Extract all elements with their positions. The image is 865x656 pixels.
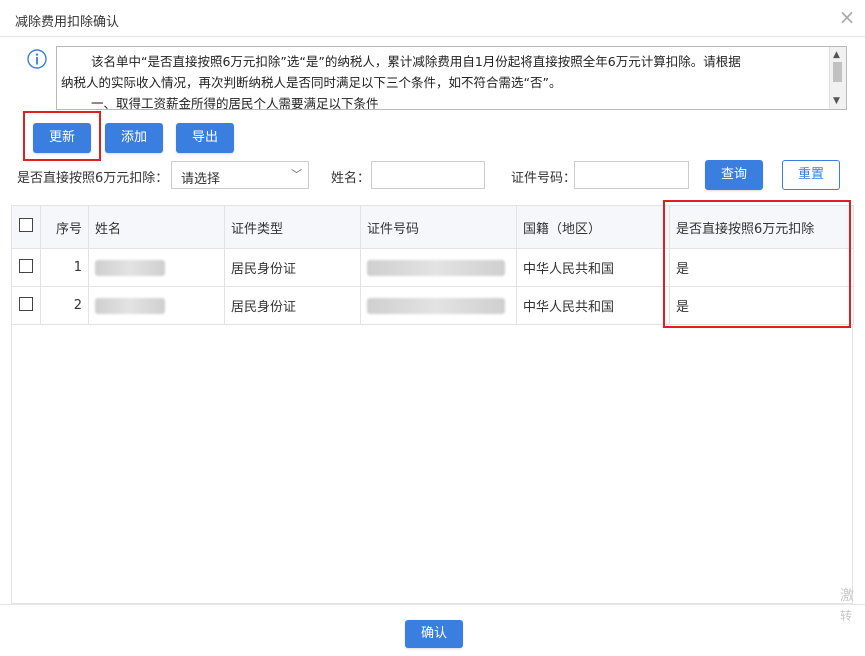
name-input[interactable]: [371, 161, 485, 189]
col-header-nationality: 国籍（地区）: [516, 205, 670, 249]
blurred-id-number: [367, 297, 505, 314]
cell-nationality: 中华人民共和国: [516, 248, 670, 287]
notice-line-3: 一、取得工资薪金所得的居民个人需要满足以下条件: [91, 96, 379, 110]
scroll-down-icon[interactable]: ▼: [833, 96, 840, 106]
direct-column-highlight-box: [663, 200, 851, 328]
cell-id-type: 居民身份证: [224, 286, 361, 325]
title-divider: [0, 36, 865, 37]
cell-id-number: [360, 286, 517, 325]
info-icon: [27, 49, 47, 69]
cell-no: 2: [40, 286, 89, 325]
dialog-title: 减除费用扣除确认: [15, 15, 120, 30]
cell-name: [88, 248, 225, 287]
cell-no: 1: [40, 248, 89, 287]
col-header-name: 姓名: [88, 205, 225, 249]
notice-scrollbar[interactable]: ▲ ▼: [829, 47, 846, 109]
query-button[interactable]: 查询: [705, 160, 763, 190]
id-input[interactable]: [574, 161, 689, 189]
table-empty-area: [11, 324, 853, 604]
footer-divider: [0, 604, 865, 605]
col-header-no: 序号: [40, 205, 89, 249]
close-icon[interactable]: ×: [836, 6, 858, 28]
name-filter-label: 姓名：: [331, 171, 371, 186]
col-header-id-number: 证件号码: [360, 205, 517, 249]
add-button[interactable]: 添加: [105, 123, 163, 153]
notice-line-2: 纳税人的实际收入情况，再次判断纳税人是否同时满足以下三个条件，如不符合需选“否”…: [61, 75, 562, 90]
update-button[interactable]: 更新: [33, 123, 91, 153]
scroll-thumb[interactable]: [833, 62, 842, 82]
row-checkbox-cell[interactable]: [11, 286, 41, 325]
id-filter-label: 证件号码：: [511, 171, 577, 186]
cell-id-number: [360, 248, 517, 287]
watermark-line-1: 激: [840, 588, 854, 604]
confirm-button[interactable]: 确认: [405, 620, 463, 648]
notice-line-1: 该名单中“是否直接按照6万元扣除”选“是”的纳税人，累计减除费用自1月份起将直接…: [91, 54, 741, 69]
export-button[interactable]: 导出: [176, 123, 234, 153]
select-all-cell[interactable]: [11, 205, 41, 249]
direct-filter-select[interactable]: 请选择 ﹀: [171, 161, 309, 189]
col-header-id-type: 证件类型: [224, 205, 361, 249]
chevron-down-icon: ﹀: [291, 168, 302, 181]
select-value: 请选择: [181, 172, 221, 187]
blurred-name: [95, 259, 165, 276]
direct-filter-label: 是否直接按照6万元扣除：: [17, 171, 169, 186]
cell-nationality: 中华人民共和国: [516, 286, 670, 325]
row-checkbox[interactable]: [19, 258, 33, 273]
select-all-checkbox[interactable]: [19, 218, 33, 232]
blurred-name: [95, 297, 165, 314]
watermark-line-2: 转: [840, 609, 853, 623]
row-checkbox[interactable]: [19, 296, 33, 311]
row-checkbox-cell[interactable]: [11, 248, 41, 287]
blurred-id-number: [367, 259, 505, 276]
cell-id-type: 居民身份证: [224, 248, 361, 287]
scroll-up-icon[interactable]: ▲: [833, 50, 840, 60]
reset-button[interactable]: 重置: [782, 160, 840, 190]
cell-name: [88, 286, 225, 325]
notice-box[interactable]: 该名单中“是否直接按照6万元扣除”选“是”的纳税人，累计减除费用自1月份起将直接…: [56, 46, 847, 110]
watermark: 激 转: [840, 586, 854, 626]
